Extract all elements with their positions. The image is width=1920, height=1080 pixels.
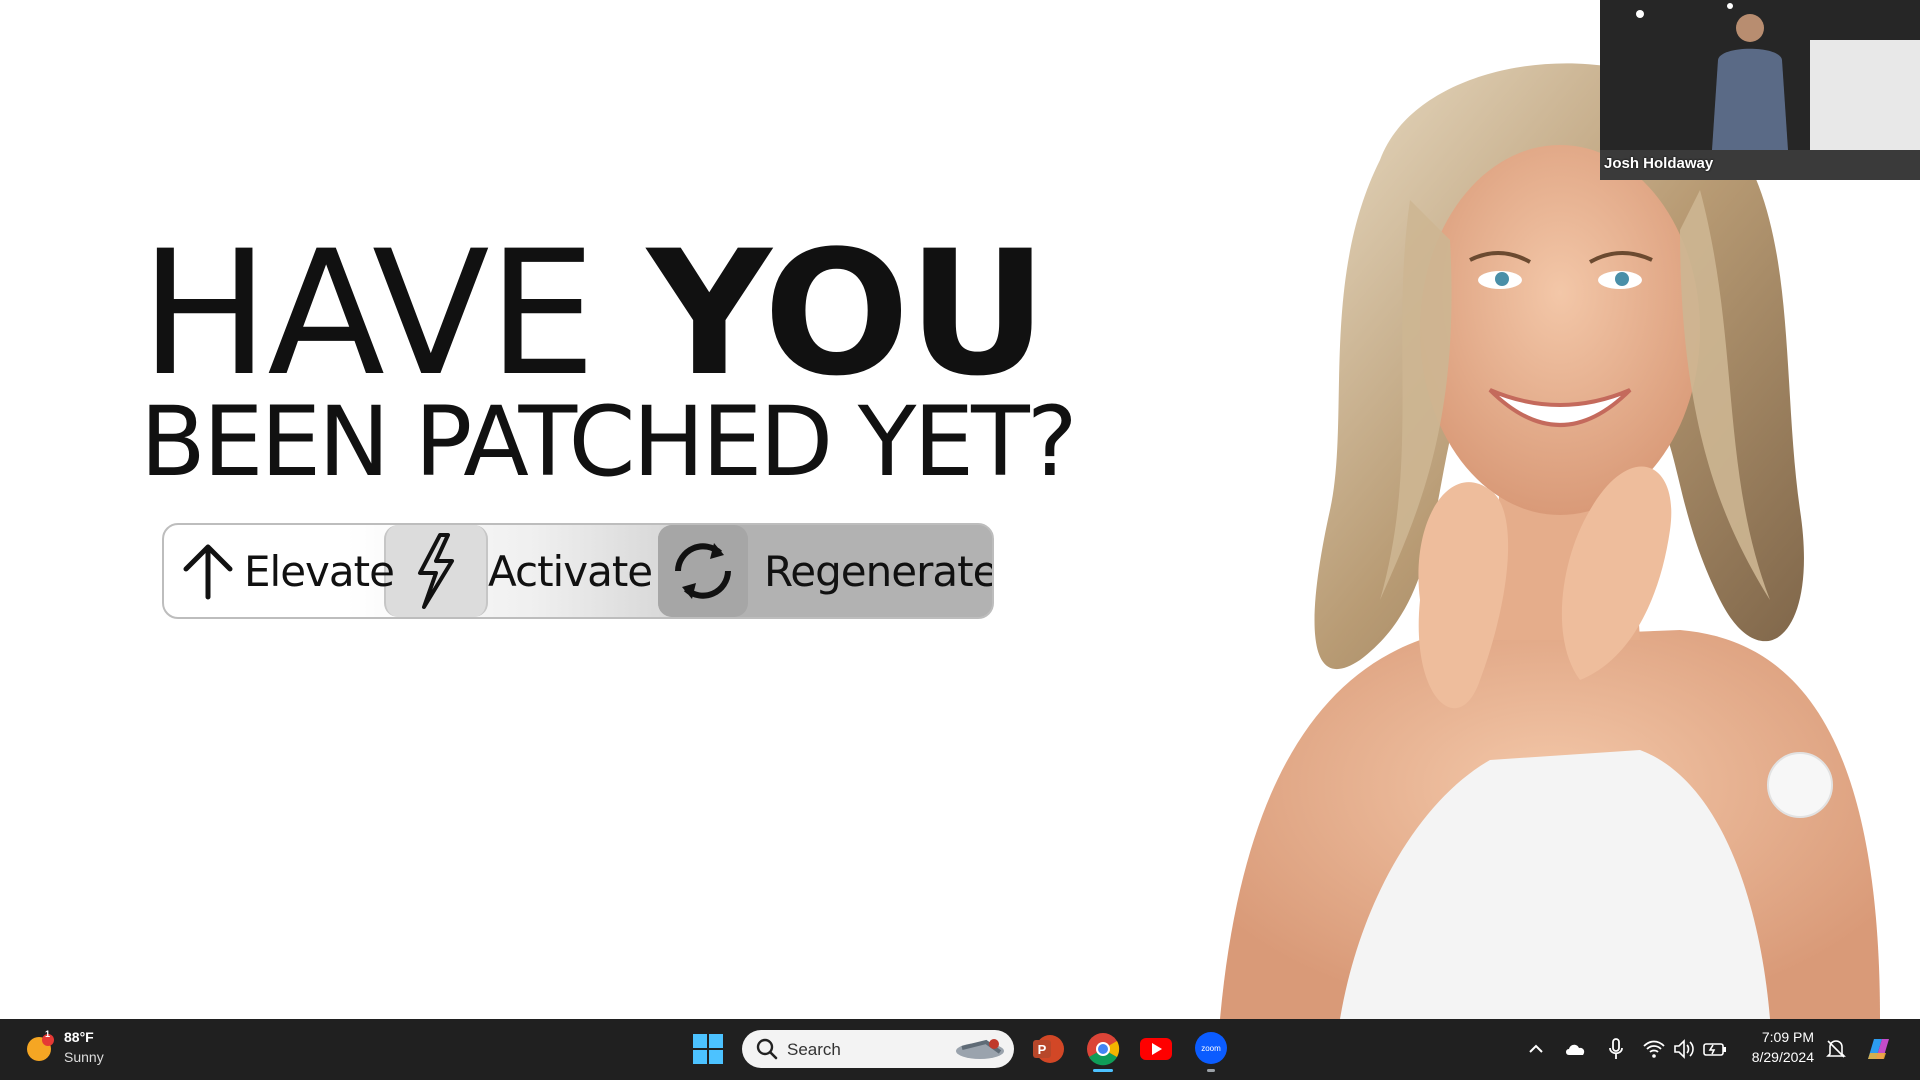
activate-segment: Activate bbox=[384, 525, 653, 617]
zoom-icon: zoom bbox=[1195, 1032, 1227, 1064]
battery-button[interactable] bbox=[1702, 1037, 1728, 1061]
volume-icon bbox=[1674, 1039, 1694, 1059]
notifications-button[interactable] bbox=[1824, 1037, 1848, 1061]
powerpoint-app-button[interactable]: P bbox=[1030, 1031, 1066, 1067]
wifi-icon bbox=[1643, 1040, 1665, 1058]
windows-taskbar: 1 88°F Sunny Search P zoom 7:09 PM 8/29/… bbox=[0, 1019, 1920, 1080]
show-hidden-icons-button[interactable] bbox=[1526, 1039, 1546, 1059]
lightning-bolt-icon bbox=[418, 533, 454, 609]
notification-icon bbox=[1826, 1040, 1846, 1058]
zoom-running-indicator bbox=[1207, 1069, 1215, 1072]
volume-button[interactable] bbox=[1672, 1037, 1696, 1061]
woman-portrait-image bbox=[1220, 63, 1880, 1019]
network-button[interactable] bbox=[1642, 1037, 1666, 1061]
chrome-app-button[interactable] bbox=[1083, 1029, 1123, 1073]
weather-alert-count: 1 bbox=[45, 1029, 51, 1039]
microphone-button[interactable] bbox=[1606, 1037, 1626, 1061]
elevate-label: Elevate bbox=[244, 546, 395, 596]
shared-screen: HAVE YOU BEEN PATCHED YET? Elevate Activ… bbox=[0, 0, 1920, 1019]
regenerate-segment: Regenerate bbox=[658, 525, 994, 617]
svg-text:zoom: zoom bbox=[1201, 1044, 1221, 1053]
youtube-icon bbox=[1140, 1038, 1172, 1060]
clock-time[interactable]: 7:09 PM bbox=[1762, 1029, 1814, 1045]
zoom-app-button[interactable]: zoom bbox=[1192, 1029, 1230, 1073]
weather-condition: Sunny bbox=[64, 1049, 104, 1065]
search-placeholder: Search bbox=[787, 1040, 841, 1059]
participant-video-feed bbox=[1600, 0, 1920, 180]
onedrive-button[interactable] bbox=[1564, 1039, 1588, 1059]
participant-name: Josh Holdaway bbox=[1604, 155, 1714, 172]
chrome-active-indicator bbox=[1093, 1069, 1113, 1072]
microphone-icon bbox=[1609, 1038, 1623, 1059]
activate-label: Activate bbox=[488, 546, 653, 596]
arrow-up-icon bbox=[183, 544, 233, 600]
copilot-button[interactable] bbox=[1862, 1033, 1894, 1065]
search-icon bbox=[756, 1038, 778, 1060]
participant-video-tile[interactable]: Josh Holdaway bbox=[1600, 0, 1920, 180]
powerpoint-icon: P bbox=[1033, 1035, 1064, 1063]
headline-you: YOU bbox=[647, 213, 1047, 414]
sun-weather-icon bbox=[27, 1034, 54, 1061]
taskbar-search-box[interactable]: Search bbox=[742, 1030, 1014, 1068]
elevate-segment: Elevate bbox=[178, 525, 395, 617]
windows-start-icon bbox=[693, 1034, 723, 1064]
search-highlight-icon bbox=[956, 1039, 1004, 1059]
chrome-icon bbox=[1087, 1033, 1120, 1066]
headline-line-2: BEEN PATCHED YET? bbox=[140, 386, 1078, 498]
copilot-icon bbox=[1868, 1039, 1889, 1059]
clock-date[interactable]: 8/29/2024 bbox=[1752, 1049, 1814, 1065]
svg-text:P: P bbox=[1038, 1042, 1047, 1057]
headline-have: HAVE bbox=[140, 213, 596, 414]
weather-temperature: 88°F bbox=[64, 1029, 94, 1045]
refresh-cycle-icon bbox=[675, 543, 731, 599]
onedrive-cloud-icon bbox=[1566, 1044, 1585, 1055]
chevron-up-icon bbox=[1529, 1044, 1543, 1053]
battery-icon bbox=[1703, 1043, 1726, 1056]
headline-line-1: HAVE YOU bbox=[140, 228, 1047, 400]
benefits-pill: Elevate Activate Regenerate bbox=[162, 523, 994, 619]
start-button[interactable] bbox=[692, 1033, 724, 1065]
regenerate-label: Regenerate bbox=[764, 546, 994, 596]
youtube-app-button[interactable] bbox=[1138, 1031, 1174, 1067]
